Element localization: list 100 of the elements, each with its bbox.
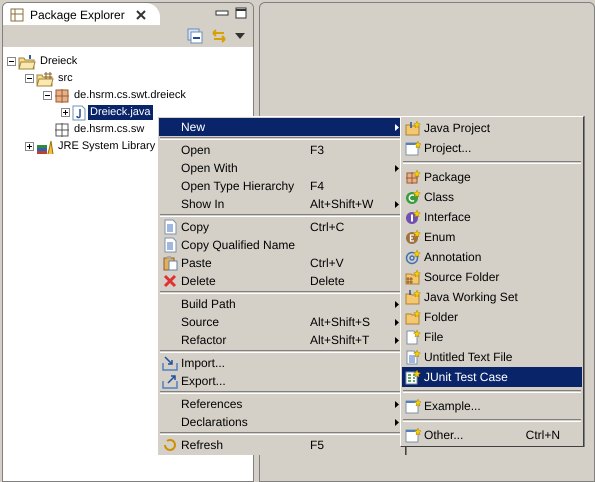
tree-item[interactable]: de.hsrm.cs.swt.dreieck <box>72 88 188 103</box>
shortcut-label: F3 <box>310 143 324 157</box>
menu-item-label: Annotation <box>424 250 482 264</box>
submenu-arrow-icon <box>395 318 399 326</box>
collapse-toggle[interactable] <box>43 91 52 100</box>
menu-item-label: Source <box>181 315 220 329</box>
menu-item[interactable]: Java Project <box>402 118 582 138</box>
menu-item[interactable]: Show In Alt+Shift+W <box>159 195 404 213</box>
shortcut-label: F4 <box>310 179 324 193</box>
enum-icon <box>405 229 421 245</box>
menu-item-label: Open <box>181 143 212 157</box>
menu-item-label: References <box>181 397 244 411</box>
menu-item[interactable]: Folder <box>402 307 582 327</box>
menu-item-label: Delete <box>181 274 217 288</box>
menu-item-label: Show In <box>181 197 226 211</box>
menu-item-label: Untitled Text File <box>424 350 512 364</box>
menu-item-label: File <box>424 330 444 344</box>
menu-item-label: New <box>181 120 206 134</box>
view-tab[interactable]: Package Explorer <box>3 3 160 27</box>
delete-icon <box>162 273 178 289</box>
source-folder-icon <box>405 269 421 285</box>
menu-item-label: Copy <box>181 220 210 234</box>
expand-toggle[interactable] <box>25 142 34 151</box>
menu-item[interactable]: Delete Delete <box>159 272 404 290</box>
shortcut-label: F5 <box>310 438 324 452</box>
menu-item[interactable]: References <box>159 395 404 413</box>
menu-item[interactable]: Export... <box>159 372 404 390</box>
menu-item[interactable]: Open F3 <box>159 141 404 159</box>
menu-item[interactable]: Project... <box>402 138 582 158</box>
shortcut-label: Ctrl+C <box>310 220 344 234</box>
submenu-arrow-icon <box>395 336 399 344</box>
menu-item[interactable]: Open With <box>159 159 404 177</box>
menu-item-label: Package <box>424 170 471 184</box>
file-icon <box>405 329 421 345</box>
menu-item-label: Project... <box>424 141 472 155</box>
expand-toggle[interactable] <box>61 108 70 117</box>
collapse-toggle[interactable] <box>7 57 16 66</box>
menu-item[interactable]: Declarations <box>159 413 404 431</box>
package-icon <box>405 169 421 185</box>
view-title: Package Explorer <box>30 8 125 22</box>
tree-item[interactable]: de.hsrm.cs.sw <box>72 122 146 137</box>
copy-icon <box>162 237 178 253</box>
menu-item-label: Class <box>424 190 454 204</box>
menu-item[interactable]: Annotation <box>402 247 582 267</box>
tree-item[interactable]: src <box>56 71 75 86</box>
interface-icon <box>405 209 421 225</box>
copy-icon <box>162 219 178 235</box>
menu-item-label: Open With <box>181 161 239 175</box>
menu-item[interactable]: Source Folder <box>402 267 582 287</box>
menu-item[interactable]: Build Path <box>159 295 404 313</box>
menu-item-label: Open Type Hierarchy <box>181 179 296 193</box>
maximize-icon <box>235 7 247 19</box>
menu-item[interactable]: Package <box>402 167 582 187</box>
java-project-icon <box>405 120 421 136</box>
menu-item[interactable]: Example... <box>402 396 582 416</box>
collapse-toggle[interactable] <box>25 74 34 83</box>
menu-item[interactable]: Import... <box>159 354 404 372</box>
tree-item[interactable]: JRE System Library <box>56 139 158 154</box>
shortcut-label: Alt+Shift+S <box>310 315 370 329</box>
menu-item-label: Other... <box>424 428 464 442</box>
menu-item[interactable]: Paste Ctrl+V <box>159 254 404 272</box>
menu-item[interactable]: File <box>402 327 582 347</box>
shortcut-label: Alt+Shift+W <box>310 197 374 211</box>
menu-item-label: Interface <box>424 210 471 224</box>
menu-item-label: Refactor <box>181 333 228 347</box>
close-icon <box>136 10 146 20</box>
menu-item-label: Example... <box>424 399 481 413</box>
menu-item[interactable]: Class <box>402 187 582 207</box>
tree-item[interactable]: Dreieck <box>38 54 80 69</box>
menu-item-label: JUnit Test Case <box>424 370 508 384</box>
menu-item[interactable]: Untitled Text File <box>402 347 582 367</box>
menu-item[interactable]: Enum <box>402 227 582 247</box>
submenu-arrow-icon <box>395 400 399 408</box>
shortcut-label: Delete <box>310 274 345 288</box>
class-icon <box>405 189 421 205</box>
menu-item[interactable]: Java Working Set <box>402 287 582 307</box>
project-icon <box>405 140 421 156</box>
views-icon <box>9 7 25 23</box>
menu-item[interactable]: JUnit Test Case <box>402 367 582 387</box>
menu-item[interactable]: Copy Qualified Name <box>159 236 404 254</box>
menu-item[interactable]: Refactor Alt+Shift+T <box>159 331 404 349</box>
folder-icon <box>405 309 421 325</box>
menu-item[interactable]: Source Alt+Shift+S <box>159 313 404 331</box>
package-icon <box>54 88 70 104</box>
menu-item[interactable]: Interface <box>402 207 582 227</box>
menu-item-label: Refresh <box>181 438 224 452</box>
shortcut-label: Ctrl+N <box>526 428 560 442</box>
menu-item[interactable]: Refresh F5 <box>159 436 404 454</box>
dropdown-icon <box>235 33 245 39</box>
menu-item[interactable]: Open Type Hierarchy F4 <box>159 177 404 195</box>
export-icon <box>162 373 178 389</box>
clipboard-icon <box>162 255 178 271</box>
project-folder-icon <box>18 54 36 70</box>
submenu-arrow-icon <box>395 300 399 308</box>
menu-item-label: Java Working Set <box>424 290 518 304</box>
menu-item-label: Copy Qualified Name <box>181 238 296 252</box>
menu-item[interactable]: Copy Ctrl+C <box>159 218 404 236</box>
menu-item[interactable]: Other... Ctrl+N <box>402 425 582 445</box>
submenu-arrow-icon <box>395 418 399 426</box>
tree-item[interactable]: Dreieck.java <box>88 105 153 120</box>
